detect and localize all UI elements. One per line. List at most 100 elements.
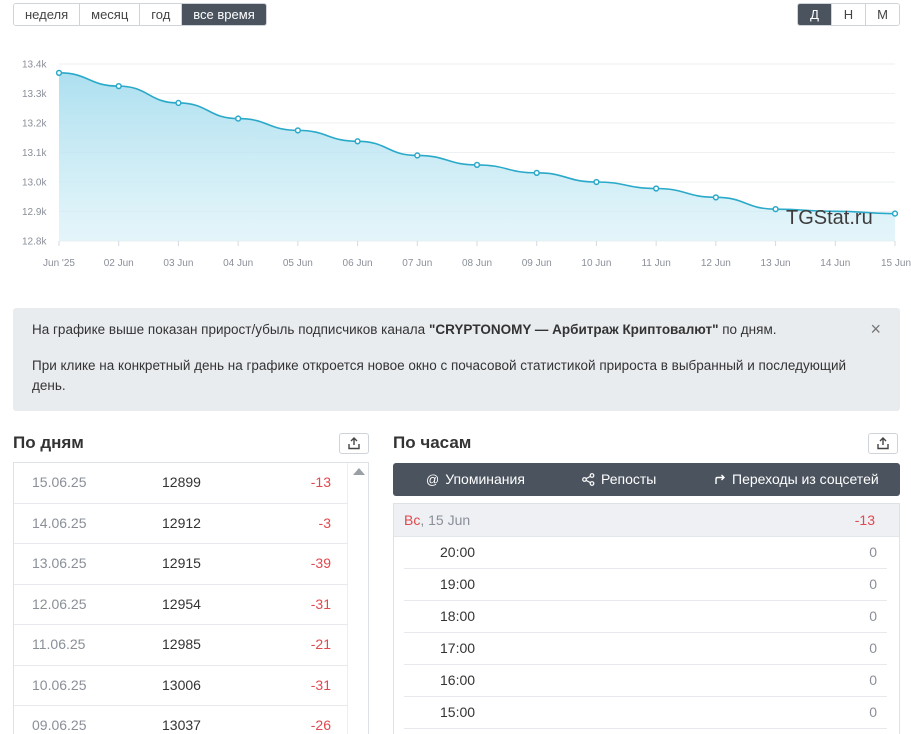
y-tick-label: 13.1k [22, 148, 47, 159]
period-year-button[interactable]: год [140, 4, 183, 25]
data-point[interactable] [533, 169, 540, 177]
data-point[interactable] [414, 152, 421, 159]
at-icon: @ [426, 471, 440, 487]
x-tick-label: 02 Jun [104, 258, 134, 269]
day-date: 14.06.25 [32, 514, 87, 531]
day-row[interactable]: 15.06.25 12899 -13 [14, 463, 348, 504]
day-row[interactable]: 14.06.25 12912 -3 [14, 504, 348, 544]
export-hours-button[interactable] [868, 433, 898, 454]
period-month-button[interactable]: месяц [80, 4, 141, 25]
tab-mentions[interactable]: @ Упоминания [426, 471, 525, 487]
hour-time: 18:00 [440, 608, 476, 624]
y-tick-label: 13.4k [22, 60, 47, 71]
period-week-button[interactable]: неделя [14, 4, 81, 25]
day-change: -21 [310, 636, 331, 652]
hour-row[interactable]: 20:00 0 [404, 537, 887, 569]
x-tick-label: 05 Jun [283, 258, 313, 269]
day-row[interactable]: 10.06.25 13006 -31 [14, 666, 348, 706]
info-text-1: На графике выше показан прирост/убыль по… [32, 322, 777, 337]
day-date: 12.06.25 [32, 595, 87, 612]
day-change: -3 [318, 514, 331, 531]
granularity-day-button[interactable]: Д [798, 4, 832, 25]
data-point[interactable] [473, 161, 481, 169]
granularity-week-button[interactable]: Н [832, 4, 866, 25]
x-tick-label: 13 Jun [761, 258, 791, 269]
hour-row[interactable]: 19:00 0 [404, 569, 887, 601]
hour-row[interactable]: 17:00 0 [404, 633, 887, 665]
y-tick-label: 12.8k [22, 237, 47, 248]
day-change: -31 [310, 676, 331, 693]
day-date: 15.06.25 [32, 474, 87, 490]
data-point[interactable] [712, 194, 720, 201]
tab-social-referrals[interactable]: Переходы из соцсетей [714, 471, 879, 487]
day-date: 10.06.25 [32, 676, 87, 693]
y-tick-label: 13.3k [22, 89, 47, 100]
hours-day-header[interactable]: Вс, 15 Jun -13 [394, 504, 899, 537]
data-point[interactable] [593, 178, 600, 186]
upload-icon [877, 437, 889, 450]
day-change: -26 [310, 717, 331, 733]
day-change: -39 [310, 555, 331, 571]
scroll-up-icon[interactable] [353, 468, 365, 475]
tab-reposts[interactable]: Репосты [582, 471, 656, 487]
data-point[interactable] [55, 69, 63, 76]
period-all-time-button[interactable]: все время [182, 4, 266, 25]
day-subscribers: 12985 [162, 636, 201, 652]
y-tick-label: 12.9k [22, 207, 47, 218]
data-point[interactable] [294, 127, 302, 134]
day-change: -31 [310, 595, 331, 612]
channel-name: "CRYPTONOMY — Арбитраж Криптовалют" [428, 322, 719, 337]
day-date: 09.06.25 [32, 717, 87, 733]
x-tick-label: 15 Jun [881, 258, 911, 269]
x-tick-label: 04 Jun [223, 258, 253, 269]
day-row[interactable]: 13.06.25 12915 -39 [14, 544, 348, 585]
day-date-label: , 15 Jun [420, 512, 471, 528]
subscribers-chart[interactable]: 12.8k 12.9k 13.0k 13.1k 13.2k 13.3k 13.4k Jun … [0, 40, 911, 280]
x-tick-label: 08 Jun [462, 258, 492, 269]
hour-count: 0 [869, 672, 877, 688]
y-tick-label: 13.2k [22, 119, 47, 130]
granularity-toggle: Д Н М [797, 3, 900, 26]
hours-tabs: @ Упоминания Репосты Переходы из соцсете… [393, 463, 900, 496]
data-point[interactable] [354, 138, 361, 145]
hour-row[interactable]: 18:00 0 [404, 601, 887, 633]
granularity-month-button[interactable]: М [866, 4, 899, 25]
data-point[interactable] [175, 99, 182, 107]
x-tick-label: 03 Jun [163, 258, 193, 269]
period-toggle: неделя месяц год все время [13, 3, 267, 26]
chart-x-ticks: Jun '25 02 Jun 03 Jun 04 Jun 05 Jun 06 Jun 07 … [43, 241, 911, 269]
data-point[interactable] [234, 115, 242, 122]
data-point[interactable] [772, 205, 779, 213]
data-point[interactable] [652, 185, 660, 192]
x-tick-label: Jun '25 [43, 258, 75, 269]
day-change: -13 [310, 474, 331, 490]
day-subscribers: 12954 [162, 595, 201, 612]
hour-time: 17:00 [440, 640, 476, 656]
hour-count: 0 [869, 704, 877, 720]
day-subscribers: 12915 [162, 555, 201, 571]
by-days-title: По дням [13, 433, 84, 452]
x-tick-label: 14 Jun [820, 258, 850, 269]
hour-time: 19:00 [440, 576, 476, 592]
x-tick-label: 11 Jun [641, 258, 670, 269]
y-tick-label: 13.0k [22, 178, 47, 189]
hour-time: 15:00 [440, 704, 476, 720]
close-icon[interactable]: × [870, 319, 881, 339]
data-point[interactable] [115, 82, 122, 90]
info-text-2: При клике на конкретный день на графике … [32, 358, 847, 393]
hour-count: 0 [869, 544, 877, 560]
export-days-button[interactable] [339, 433, 369, 454]
day-row[interactable]: 11.06.25 12985 -21 [14, 625, 348, 666]
by-hours-title: По часам [393, 433, 472, 452]
data-point[interactable] [891, 210, 899, 217]
day-row[interactable]: 12.06.25 12954 -31 [14, 585, 348, 625]
scrollbar[interactable] [347, 463, 368, 734]
hour-row[interactable]: 16:00 0 [404, 665, 887, 697]
day-row[interactable]: 09.06.25 13037 -26 [14, 706, 348, 734]
by-hours-list: Вс, 15 Jun -13 20:00 0 19:00 0 18:00 0 17:00 0 1… [393, 503, 900, 734]
day-subscribers: 13006 [162, 676, 201, 693]
x-tick-label: 06 Jun [343, 258, 373, 269]
hour-row[interactable]: 15:00 0 [404, 697, 887, 729]
by-days-list: 15.06.25 12899 -13 14.06.25 12912 -3 13.06.25 1… [13, 462, 369, 734]
day-subscribers: 12912 [162, 514, 201, 531]
